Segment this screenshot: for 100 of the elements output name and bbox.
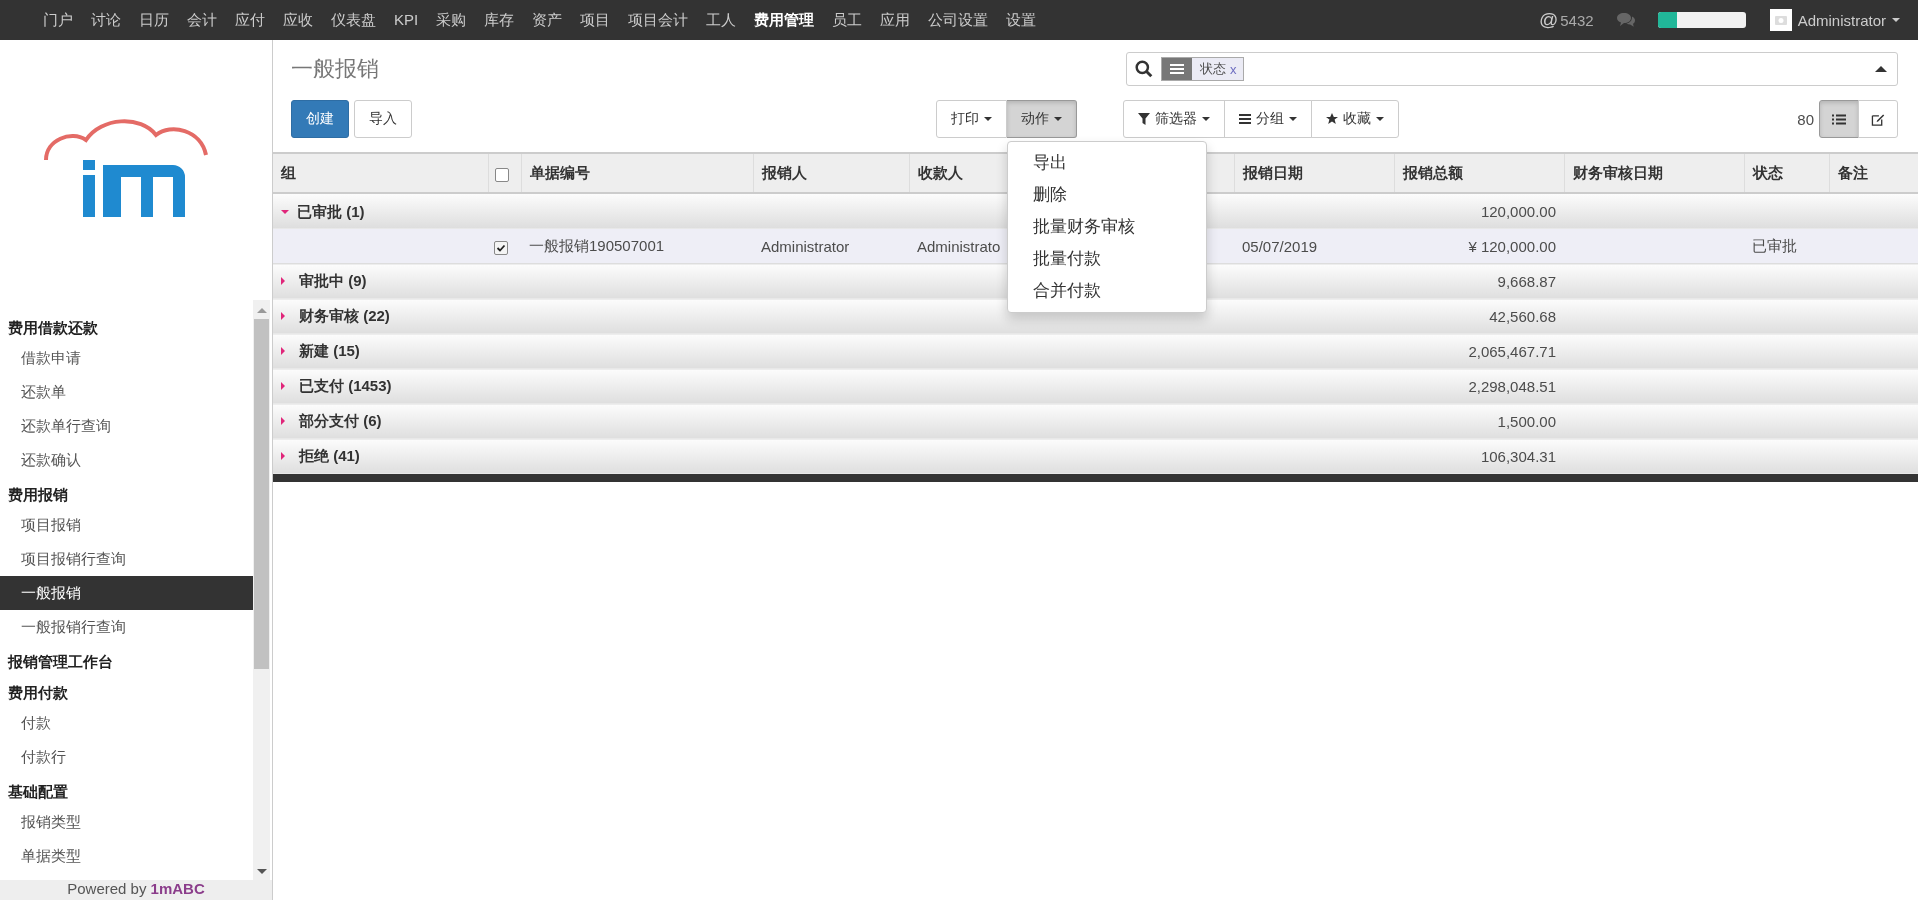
column-header[interactable]: 组 (273, 153, 488, 193)
group-row-label[interactable]: 财务审核 (22) (281, 306, 390, 326)
sidebar-item[interactable]: 单据类型 (0, 839, 253, 873)
import-button[interactable]: 导入 (354, 100, 412, 138)
group-row-label[interactable]: 审批中 (9) (281, 271, 367, 291)
sidebar-item[interactable]: 还款单行查询 (0, 409, 253, 443)
search-option-button[interactable]: 收藏 (1311, 100, 1399, 138)
group-total: 120,000.00 (1480, 202, 1556, 220)
action-menu-item[interactable]: 导出 (1008, 147, 1206, 179)
nav-menu-item[interactable]: 应收 (274, 10, 322, 30)
bars-icon (1239, 113, 1251, 125)
nav-menu-item[interactable]: 费用管理 (745, 10, 824, 30)
action-button[interactable]: 动作 (1007, 100, 1077, 138)
nav-menu-item[interactable]: 会计 (178, 10, 226, 30)
nav-menu-item[interactable]: 员工 (823, 10, 872, 30)
caret-icon (1289, 117, 1297, 121)
action-menu-item[interactable]: 批量付款 (1008, 243, 1206, 275)
form-view-button[interactable] (1858, 100, 1898, 138)
user-menu[interactable]: Administrator (1769, 9, 1900, 31)
column-header[interactable]: 备注 (1829, 153, 1918, 193)
nav-menu-item[interactable]: 公司设置 (919, 10, 998, 30)
avatar-icon (1769, 9, 1792, 31)
nav-menu-item[interactable]: 采购 (427, 10, 476, 30)
mention-counter[interactable]: @5432 (1538, 9, 1594, 31)
group-row-label[interactable]: 新建 (15) (281, 341, 360, 361)
column-header[interactable]: 报销总额 (1394, 153, 1564, 193)
collapse-icon[interactable] (1875, 66, 1887, 72)
sidebar-item[interactable]: 还款单 (0, 375, 253, 409)
create-button[interactable]: 创建 (291, 100, 349, 138)
mention-count: 5432 (1560, 11, 1594, 29)
sidebar-item[interactable]: 借款申请 (0, 341, 253, 375)
facet-label: 状态 (1199, 60, 1227, 78)
search-option-button[interactable]: 分组 (1224, 100, 1312, 138)
list-icon (1832, 112, 1846, 126)
powered-by-text: Powered by 1mABC (0, 880, 272, 900)
menu-section-title: 报销管理工作台 (6, 652, 114, 672)
group-total: 42,560.68 (1489, 307, 1556, 325)
search-facet[interactable]: 状态 x (1161, 57, 1244, 81)
table-cell: Administrator (761, 237, 850, 255)
action-menu-item[interactable]: 删除 (1008, 179, 1206, 211)
sidebar-item[interactable]: 付款行 (0, 740, 253, 774)
nav-menu-item[interactable]: 仪表盘 (322, 10, 385, 30)
scroll-down-icon[interactable] (256, 869, 267, 874)
sidebar-item[interactable]: 项目报销行查询 (0, 542, 253, 576)
nav-menu-item[interactable]: 项目会计 (619, 10, 698, 30)
table-cell: Administrato (917, 237, 1001, 255)
column-header[interactable]: 报销日期 (1234, 153, 1394, 193)
group-row-label[interactable]: 已支付 (1453) (281, 376, 392, 396)
sidebar-item[interactable]: 一般报销行查询 (0, 610, 253, 644)
scrollbar[interactable] (253, 300, 270, 880)
group-row-label[interactable]: 部分支付 (6) (281, 411, 382, 431)
search-option-button[interactable]: 筛选器 (1123, 100, 1225, 138)
list-view-button[interactable] (1819, 100, 1859, 138)
sidebar-item[interactable]: 报销类型 (0, 805, 253, 839)
column-header[interactable]: 状态 (1744, 153, 1829, 193)
remove-facet-icon[interactable]: x (1230, 61, 1243, 77)
column-header[interactable]: 财务审核日期 (1564, 153, 1744, 193)
group-total: 9,668.87 (1497, 272, 1556, 290)
nav-menu-item[interactable]: 库存 (475, 10, 524, 30)
sidebar-item[interactable]: 项目报销 (0, 508, 253, 542)
search-icon (1135, 60, 1153, 78)
caret-icon (1054, 117, 1062, 121)
menu-section-title: 基础配置 (7, 782, 69, 802)
nav-menu-item[interactable]: 工人 (697, 10, 746, 30)
group-row-label[interactable]: 拒绝 (41) (281, 446, 360, 466)
caret-icon (1376, 117, 1384, 121)
nav-menu-item[interactable]: 项目 (571, 10, 620, 30)
menu-section-title: 费用付款 (7, 683, 69, 703)
search-field[interactable]: 状态 x (1126, 52, 1898, 86)
nav-menu-item[interactable]: 应付 (226, 10, 274, 30)
sidebar-item[interactable]: 一般报销 (0, 576, 253, 610)
column-header[interactable]: 单据编号 (521, 153, 753, 193)
menu-section-title: 费用报销 (7, 485, 69, 505)
checkmark-icon (496, 242, 506, 253)
action-menu-item[interactable]: 批量财务审核 (1008, 211, 1206, 243)
print-button[interactable]: 打印 (936, 100, 1007, 138)
at-icon: @ (1538, 9, 1559, 31)
nav-menu-item[interactable]: 日历 (130, 10, 178, 30)
table-cell: 05/07/2019 (1242, 237, 1318, 255)
list-icon (1162, 58, 1192, 80)
nav-menu-item[interactable]: 门户 (34, 10, 82, 30)
action-menu-item[interactable]: 合并付款 (1008, 275, 1206, 307)
group-total: 2,065,467.71 (1468, 342, 1556, 360)
sidebar-item[interactable]: 还款确认 (0, 443, 253, 477)
nav-menu-item[interactable]: 应用 (871, 10, 920, 30)
nav-menu-item[interactable]: 资产 (523, 10, 572, 30)
nav-menu-item[interactable]: 设置 (997, 10, 1046, 30)
row-checkbox[interactable] (494, 240, 508, 255)
sidebar-item[interactable]: 付款 (0, 706, 253, 740)
nav-menu-item[interactable]: KPI (385, 10, 428, 30)
page-title: 一般报销 (291, 55, 379, 83)
column-header[interactable]: 报销人 (753, 153, 909, 193)
caret-icon (1202, 117, 1210, 121)
menu-section-title: 费用借款还款 (7, 318, 99, 338)
select-all-checkbox[interactable] (494, 167, 509, 182)
group-row-label[interactable]: 已审批 (1) (281, 202, 365, 222)
group-total: 2,298,048.51 (1468, 377, 1556, 395)
edit-icon (1871, 112, 1885, 126)
nav-menu-item[interactable]: 讨论 (82, 10, 130, 30)
group-total: 106,304.31 (1480, 447, 1556, 465)
